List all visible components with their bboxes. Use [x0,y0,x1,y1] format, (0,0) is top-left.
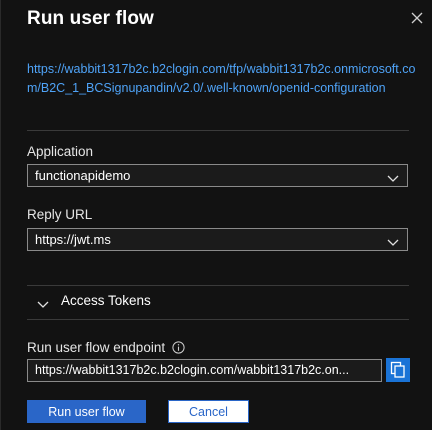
application-label: Application [27,144,94,159]
application-selected-value: functionapidemo [35,168,131,183]
close-icon[interactable] [409,10,425,26]
copy-button[interactable] [386,358,410,382]
run-user-flow-panel: Run user flow https://wabbit1317b2c.b2cl… [0,0,432,430]
run-user-flow-button[interactable]: Run user flow [27,400,146,423]
chevron-down-icon [387,171,399,182]
access-tokens-label: Access Tokens [61,293,151,308]
copy-icon [390,361,405,378]
reply-url-dropdown[interactable]: https://jwt.ms [27,228,408,251]
chevron-down-icon [387,235,399,246]
reply-url-selected-value: https://jwt.ms [35,232,111,247]
panel-title: Run user flow [27,8,154,29]
chevron-down-icon [37,297,49,308]
endpoint-url-value: https://wabbit1317b2c.b2clogin.com/wabbi… [35,363,350,377]
divider [27,130,409,131]
info-icon[interactable] [172,341,185,354]
cancel-button[interactable]: Cancel [168,400,249,423]
endpoint-label: Run user flow endpoint [27,340,166,355]
divider [27,319,409,320]
openid-metadata-link[interactable]: https://wabbit1317b2c.b2clogin.com/tfp/w… [27,60,417,98]
application-dropdown[interactable]: functionapidemo [27,164,408,187]
access-tokens-section-toggle[interactable]: Access Tokens [27,286,409,318]
reply-url-label: Reply URL [27,207,93,222]
endpoint-url-field[interactable]: https://wabbit1317b2c.b2clogin.com/wabbi… [27,359,382,382]
